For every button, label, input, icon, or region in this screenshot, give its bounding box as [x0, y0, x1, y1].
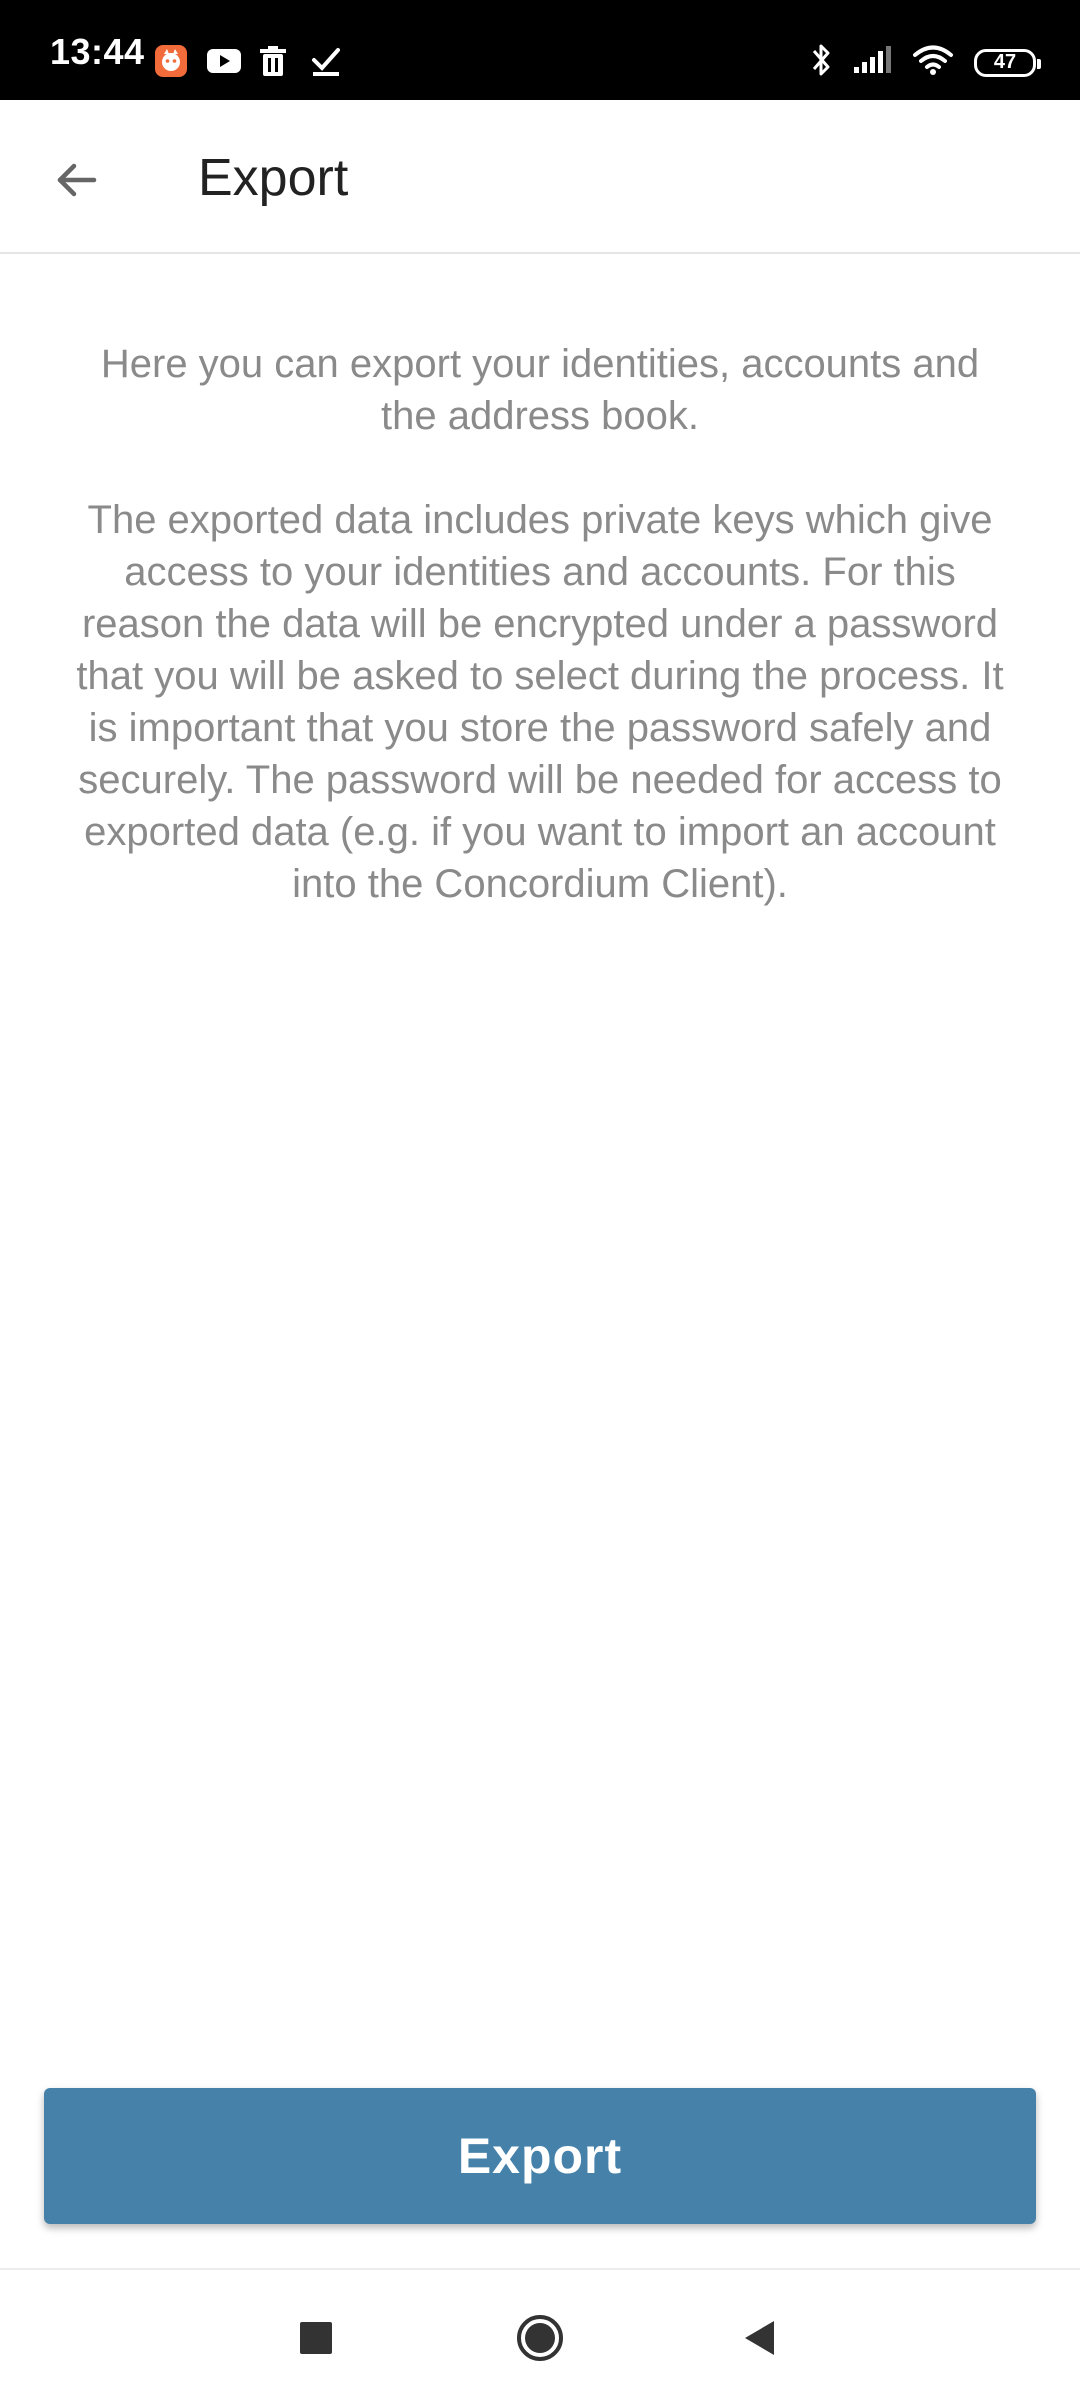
recent-apps-icon [300, 2322, 332, 2354]
signal-icon [852, 45, 892, 80]
home-button[interactable] [510, 2308, 570, 2368]
status-time: 13:44 [50, 31, 145, 72]
status-bar: 13:44 47 [0, 0, 1080, 100]
back-icon [745, 2321, 774, 2355]
back-button[interactable] [36, 140, 116, 220]
export-button[interactable]: Export [44, 2088, 1036, 2224]
youtube-icon [206, 44, 241, 78]
page-title: Export [198, 149, 349, 207]
status-notification-icons [154, 44, 344, 78]
trash-icon [258, 44, 292, 78]
app-notification-icon [154, 44, 188, 78]
battery-icon: 47 [974, 48, 1041, 77]
recent-apps-button[interactable] [286, 2308, 346, 2368]
check-icon [310, 44, 344, 78]
battery-level: 47 [993, 51, 1017, 73]
back-nav-button[interactable] [730, 2308, 790, 2368]
intro-text: Here you can export your identities, acc… [100, 342, 980, 438]
details-text: The exported data includes private keys … [76, 498, 1004, 906]
navigation-bar [0, 2268, 1080, 2400]
export-description: Here you can export your identities, acc… [70, 338, 1010, 962]
status-system-icons: 47 [810, 42, 1041, 83]
arrow-left-icon [57, 163, 97, 197]
home-icon [517, 2315, 563, 2361]
wifi-icon [912, 44, 954, 81]
bluetooth-icon [810, 42, 832, 83]
app-bar: Export [0, 100, 1080, 254]
